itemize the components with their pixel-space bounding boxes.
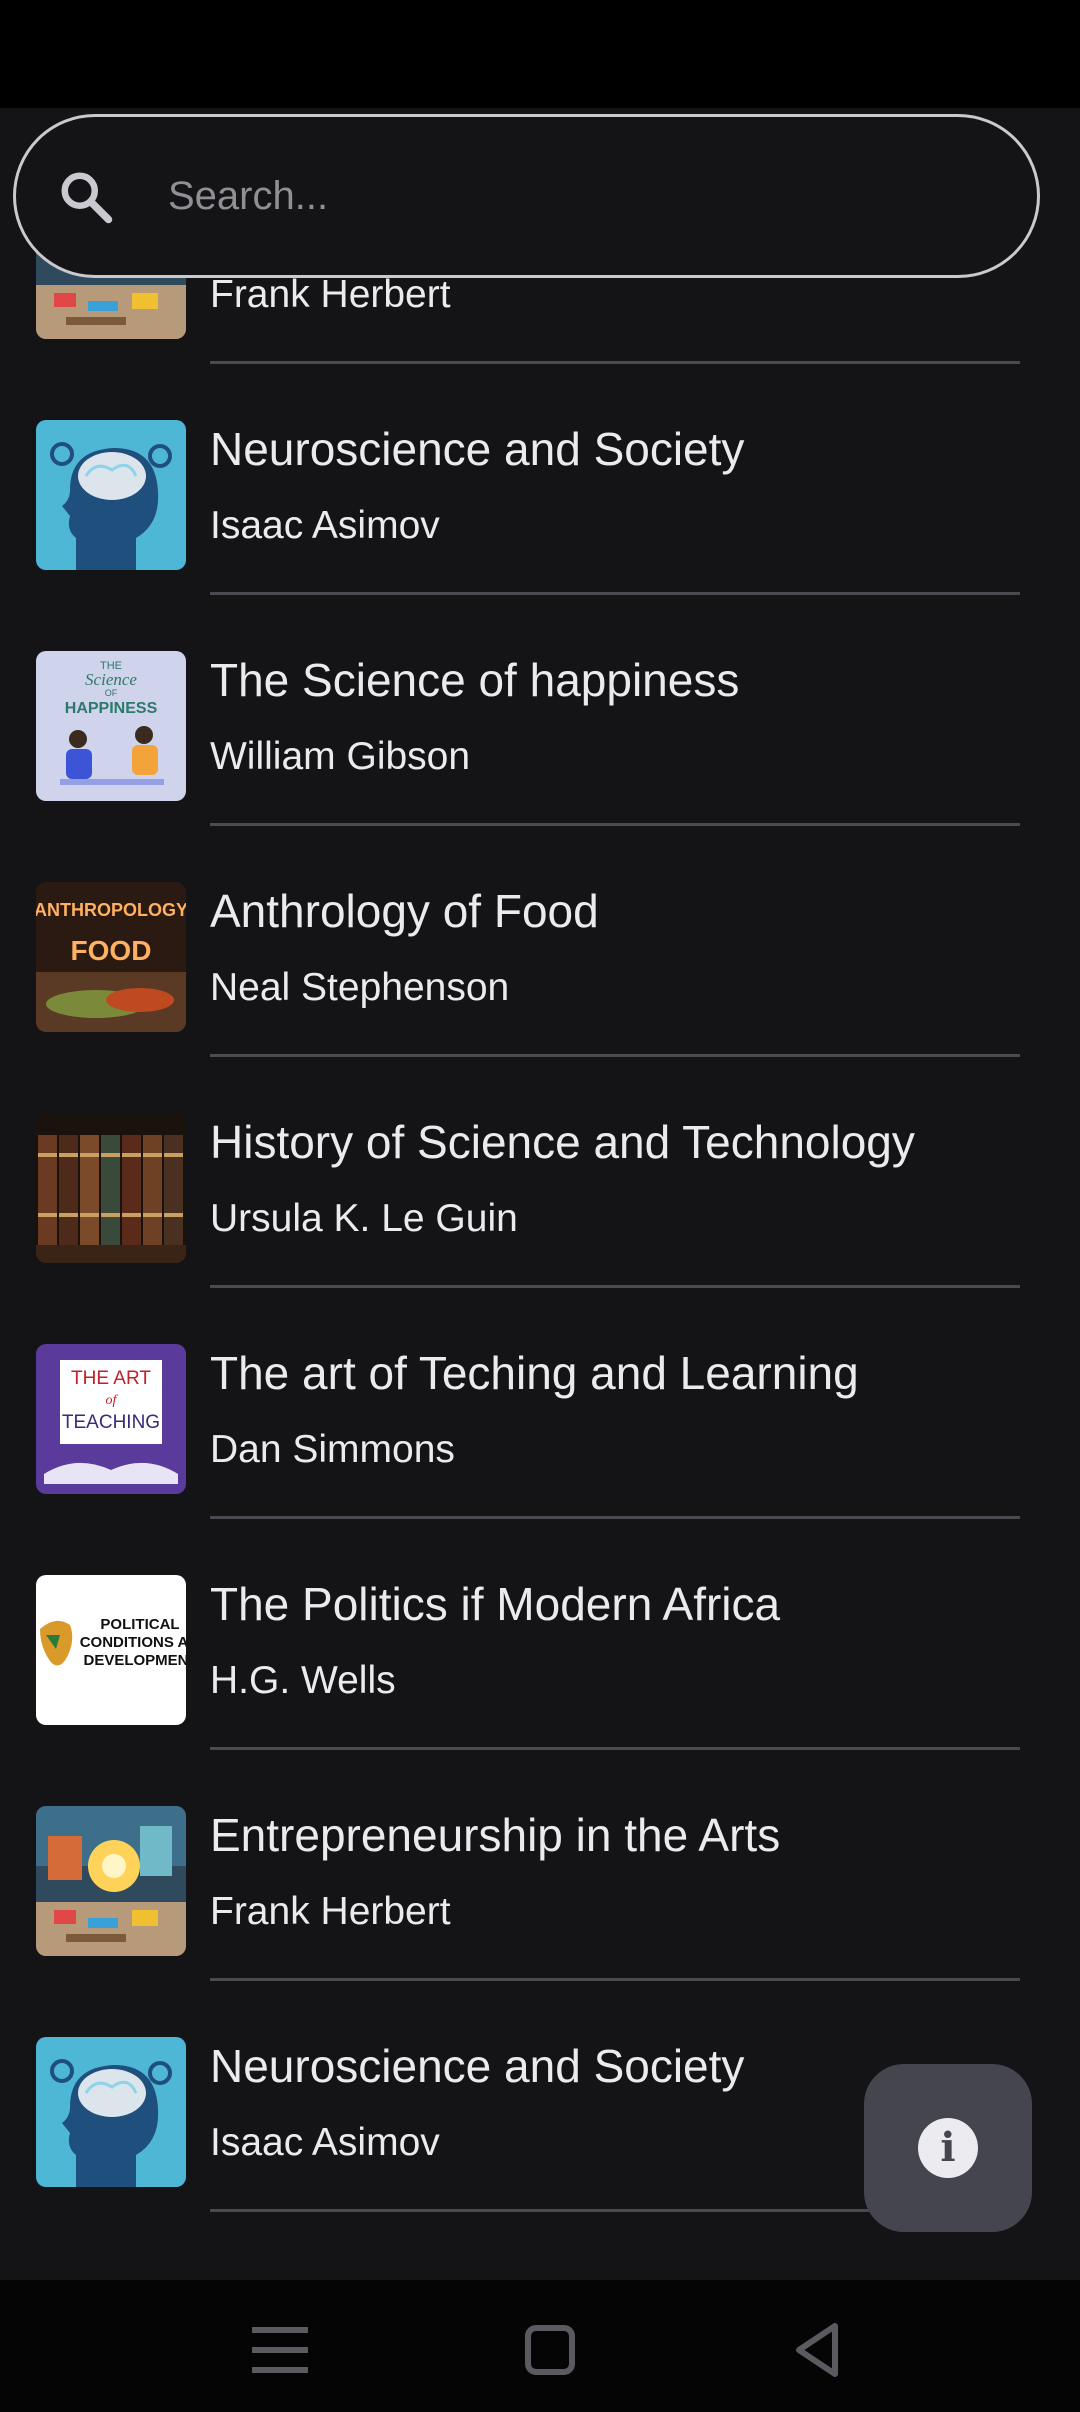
book-author: H.G. Wells	[210, 1659, 396, 1702]
book-cover-image	[36, 1806, 186, 1956]
book-list-item[interactable]: POLITICAL CONDITIONS A DEVELOPMEN The Po…	[0, 1519, 1080, 1750]
book-list-content: Entrepreneurship in the Arts Frank Herbe…	[0, 252, 1080, 2212]
svg-text:TEACHING: TEACHING	[62, 1412, 160, 1433]
book-author: Frank Herbert	[210, 273, 451, 316]
book-author: Frank Herbert	[210, 1890, 451, 1933]
book-title: The art of Teching and Learning	[210, 1347, 859, 1399]
book-list-item[interactable]: Entrepreneurship in the Arts Frank Herbe…	[0, 1750, 1080, 1981]
book-title: The Politics if Modern Africa	[210, 1578, 781, 1630]
book-author: William Gibson	[210, 735, 471, 778]
svg-text:POLITICAL: POLITICAL	[100, 1616, 179, 1633]
book-cover-image	[36, 1113, 186, 1263]
book-cover-image	[36, 2037, 186, 2187]
menu-icon[interactable]	[240, 2310, 320, 2390]
book-title: History of Science and Technology	[210, 1116, 915, 1168]
navigation-bar	[0, 2280, 1080, 2412]
book-author: Isaac Asimov	[210, 2121, 440, 2164]
book-list-item[interactable]: Neuroscience and Society Isaac Asimov	[0, 364, 1080, 595]
search-input[interactable]	[166, 155, 970, 237]
book-title: Neuroscience and Society	[210, 423, 745, 475]
status-bar	[0, 0, 1080, 108]
svg-text:Science: Science	[85, 670, 137, 689]
svg-text:ANTHROPOLOGY: ANTHROPOLOGY	[36, 900, 186, 920]
book-cover-image: POLITICAL CONDITIONS A DEVELOPMEN	[36, 1575, 186, 1725]
book-cover-image: THE ART of TEACHING	[36, 1344, 186, 1494]
book-list[interactable]: Entrepreneurship in the Arts Frank Herbe…	[0, 252, 1080, 2280]
info-button[interactable]: i	[864, 2064, 1032, 2232]
home-icon[interactable]	[510, 2310, 590, 2390]
svg-text:CONDITIONS A: CONDITIONS A	[80, 1634, 186, 1651]
book-list-item[interactable]: THE Science OF HAPPINESS The Science of …	[0, 595, 1080, 826]
book-list-item[interactable]: THE ART of TEACHING The art of Teching a…	[0, 1288, 1080, 1519]
svg-text:THE ART: THE ART	[71, 1368, 151, 1389]
svg-text:HAPPINESS: HAPPINESS	[65, 700, 158, 717]
book-list-item[interactable]: ANTHROPOLOGY FOOD Anthrology of Food Nea…	[0, 826, 1080, 1057]
book-author: Neal Stephenson	[210, 966, 510, 1009]
info-icon: i	[918, 2118, 978, 2178]
book-cover-image: THE Science OF HAPPINESS	[36, 651, 186, 801]
svg-text:OF: OF	[105, 688, 118, 698]
back-icon[interactable]	[775, 2310, 855, 2390]
book-author: Dan Simmons	[210, 1428, 455, 1471]
search-bar[interactable]	[13, 114, 1040, 278]
book-cover-image	[36, 420, 186, 570]
book-title: Entrepreneurship in the Arts	[210, 1809, 781, 1861]
book-title: Anthrology of Food	[210, 885, 599, 937]
search-icon[interactable]	[56, 167, 116, 227]
book-author: Isaac Asimov	[210, 504, 440, 547]
svg-text:FOOD: FOOD	[71, 935, 152, 966]
book-cover-image: ANTHROPOLOGY FOOD	[36, 882, 186, 1032]
book-author: Ursula K. Le Guin	[210, 1197, 518, 1240]
svg-text:DEVELOPMEN: DEVELOPMEN	[83, 1652, 186, 1669]
book-title: The Science of happiness	[210, 654, 740, 706]
book-list-item[interactable]: History of Science and Technology Ursula…	[0, 1057, 1080, 1288]
